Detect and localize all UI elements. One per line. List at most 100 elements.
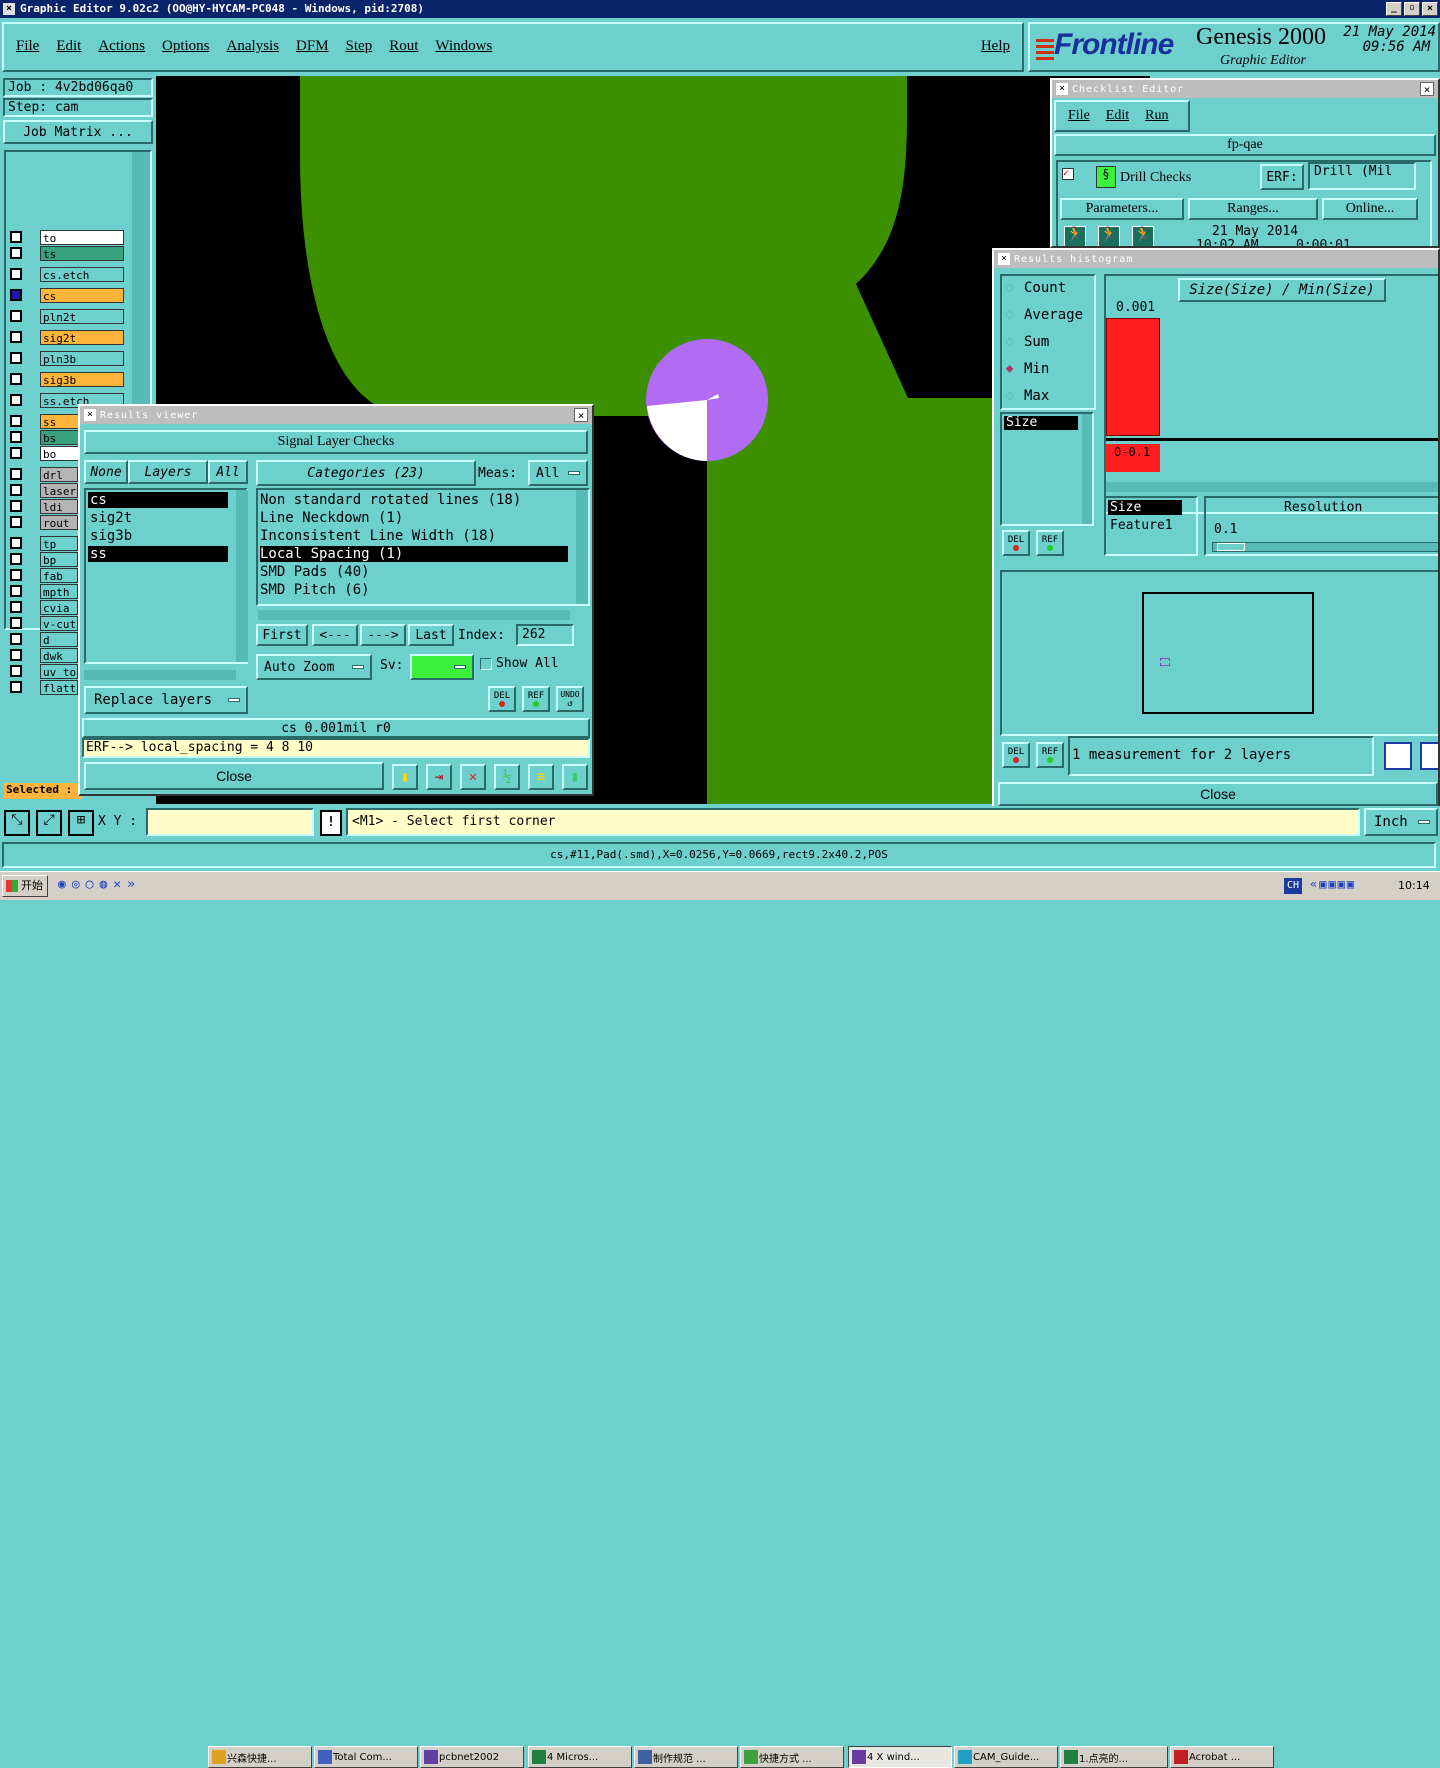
prev-button[interactable]: <--- xyxy=(312,624,358,646)
close-button[interactable]: × xyxy=(1422,2,1438,16)
job-matrix-button[interactable]: Job Matrix ... xyxy=(3,120,153,144)
close-icon[interactable]: × xyxy=(574,408,588,422)
taskbar-item[interactable]: 兴森快捷... xyxy=(208,1746,312,1768)
layer-item-cvia[interactable]: cvia xyxy=(40,600,78,615)
category-item[interactable]: Non standard rotated lines (18) xyxy=(260,492,568,508)
taskbar-item[interactable]: 4 Micros... xyxy=(528,1746,632,1768)
categories-scrollbar[interactable] xyxy=(576,490,588,604)
meas-dropdown[interactable]: All xyxy=(528,460,588,486)
layer-item-bp[interactable]: bp xyxy=(40,552,78,567)
radio-min-icon[interactable]: ◆ xyxy=(1006,361,1013,375)
category-item[interactable]: Line Neckdown (1) xyxy=(260,510,568,526)
categories-hscroll[interactable] xyxy=(258,610,570,620)
menu-dfm[interactable]: DFM xyxy=(296,38,329,55)
taskbar-item[interactable]: CAM_Guide... xyxy=(954,1746,1058,1768)
close-results-viewer-button[interactable]: Close xyxy=(84,762,384,790)
mode-max[interactable]: Max xyxy=(1024,388,1049,404)
categories-button[interactable]: Categories (23) xyxy=(256,460,476,486)
replace-layers-dropdown[interactable]: Replace layers xyxy=(84,686,248,714)
layer-checkbox[interactable] xyxy=(10,289,22,301)
menu-step[interactable]: Step xyxy=(346,38,373,55)
layer-checkbox[interactable] xyxy=(10,585,22,597)
xy-input[interactable] xyxy=(146,808,314,836)
next-button[interactable]: ---> xyxy=(360,624,406,646)
mode-count[interactable]: Count xyxy=(1024,280,1066,296)
last-button[interactable]: Last xyxy=(408,624,454,646)
grid-icon[interactable]: ⊞ xyxy=(68,810,94,836)
checklist-menu-file[interactable]: File xyxy=(1068,108,1090,124)
layer-checkbox[interactable] xyxy=(10,373,22,385)
ref-button[interactable]: REF xyxy=(522,686,550,712)
del-button[interactable]: DEL xyxy=(488,686,516,712)
radio-sum-icon[interactable]: ◆ xyxy=(1006,334,1013,348)
checklist-title-bar[interactable]: Checklist Editor xyxy=(1052,80,1438,98)
layer-item-mpth[interactable]: mpth xyxy=(40,584,78,599)
layer-item-pln3b[interactable]: pln3b xyxy=(40,351,124,366)
layer-checkbox[interactable] xyxy=(10,468,22,480)
index-input[interactable]: 262 xyxy=(516,624,574,646)
layer-checkbox[interactable] xyxy=(10,431,22,443)
layer-checkbox[interactable] xyxy=(10,352,22,364)
result-layer-item[interactable]: sig3b xyxy=(88,528,228,544)
layer-checkbox[interactable] xyxy=(10,649,22,661)
online-button[interactable]: Online... xyxy=(1322,198,1418,220)
fit-icon[interactable]: ⤡ xyxy=(4,810,30,836)
result-layer-item[interactable]: ss xyxy=(88,546,228,562)
layer-checkbox[interactable] xyxy=(10,331,22,343)
slider-thumb[interactable] xyxy=(1217,543,1245,551)
layer-item-flatt[interactable]: flatt xyxy=(40,680,78,695)
layer-checkbox[interactable] xyxy=(10,500,22,512)
layer-checkbox[interactable] xyxy=(10,268,22,280)
chart-icon[interactable]: ▮ xyxy=(562,764,588,790)
histogram-title-bar[interactable]: Results histogram xyxy=(994,250,1438,268)
layer-checkbox[interactable] xyxy=(10,231,22,243)
ranges-button[interactable]: Ranges... xyxy=(1188,198,1318,220)
layer-checkbox[interactable] xyxy=(10,247,22,259)
auto-zoom-dropdown[interactable]: Auto Zoom xyxy=(256,654,372,680)
taskbar-item[interactable]: 4 X wind... xyxy=(848,1746,952,1768)
taskbar-item[interactable]: 快捷方式 ... xyxy=(740,1746,844,1768)
menu-options[interactable]: Options xyxy=(162,38,210,55)
close-icon[interactable]: × xyxy=(1420,82,1434,96)
layer-checkbox[interactable] xyxy=(10,447,22,459)
layer-item-drl[interactable]: drl xyxy=(40,467,78,482)
radio-max-icon[interactable]: ◆ xyxy=(1006,388,1013,402)
measure-icon[interactable]: ▮ xyxy=(392,764,418,790)
layer-item-pln2t[interactable]: pln2t xyxy=(40,309,124,324)
hist-del-button[interactable]: DEL xyxy=(1002,530,1030,556)
run-icon-3[interactable]: 🏃 xyxy=(1132,226,1154,246)
mode-min[interactable]: Min xyxy=(1024,361,1049,377)
result-layer-item[interactable]: sig2t xyxy=(88,510,228,526)
radio-average-icon[interactable]: ◆ xyxy=(1006,307,1013,321)
layer-item-tp[interactable]: tp xyxy=(40,536,78,551)
close-histogram-button[interactable]: Close xyxy=(998,782,1438,806)
taskbar-item[interactable]: Acrobat ... xyxy=(1170,1746,1274,1768)
resolution-slider[interactable] xyxy=(1212,542,1438,552)
results-viewer-title-bar[interactable]: Results viewer xyxy=(80,406,592,424)
report-icon[interactable]: ≡ xyxy=(528,764,554,790)
result-layer-item[interactable]: cs xyxy=(88,492,228,508)
preview-ref-button[interactable]: REF xyxy=(1036,742,1064,768)
layer-item-ldi[interactable]: ldi xyxy=(40,499,78,514)
category-item[interactable]: Local Spacing (1) xyxy=(260,546,568,562)
window-title-bar[interactable]: × Graphic Editor 9.02c2 (OO@HY-HYCAM-PC0… xyxy=(0,0,1440,18)
menu-file[interactable]: File xyxy=(16,38,39,55)
layer-item-laser[interactable]: laser xyxy=(40,483,78,498)
erf-field[interactable]: Drill (Mil xyxy=(1308,162,1416,190)
tray-icons[interactable]: «▣▣▣▣ xyxy=(1310,877,1356,891)
sequence-icon[interactable]: ½ xyxy=(494,764,520,790)
layer-item-d[interactable]: d xyxy=(40,632,78,647)
category-item[interactable]: SMD Pitch (6) xyxy=(260,582,568,598)
layer-checkbox[interactable] xyxy=(10,553,22,565)
layer-checkbox[interactable] xyxy=(10,569,22,581)
checklist-menu-run[interactable]: Run xyxy=(1145,108,1168,124)
checklist-menu-edit[interactable]: Edit xyxy=(1106,108,1129,124)
layer-checkbox[interactable] xyxy=(10,617,22,629)
layer-checkbox[interactable] xyxy=(10,415,22,427)
layer-checkbox[interactable] xyxy=(10,516,22,528)
delete-erf-icon[interactable]: ✕ xyxy=(460,764,486,790)
size-list-scrollbar[interactable] xyxy=(1082,414,1092,524)
layer-item-fab[interactable]: fab xyxy=(40,568,78,583)
preview-del-button[interactable]: DEL xyxy=(1002,742,1030,768)
none-button[interactable]: None xyxy=(84,460,128,484)
